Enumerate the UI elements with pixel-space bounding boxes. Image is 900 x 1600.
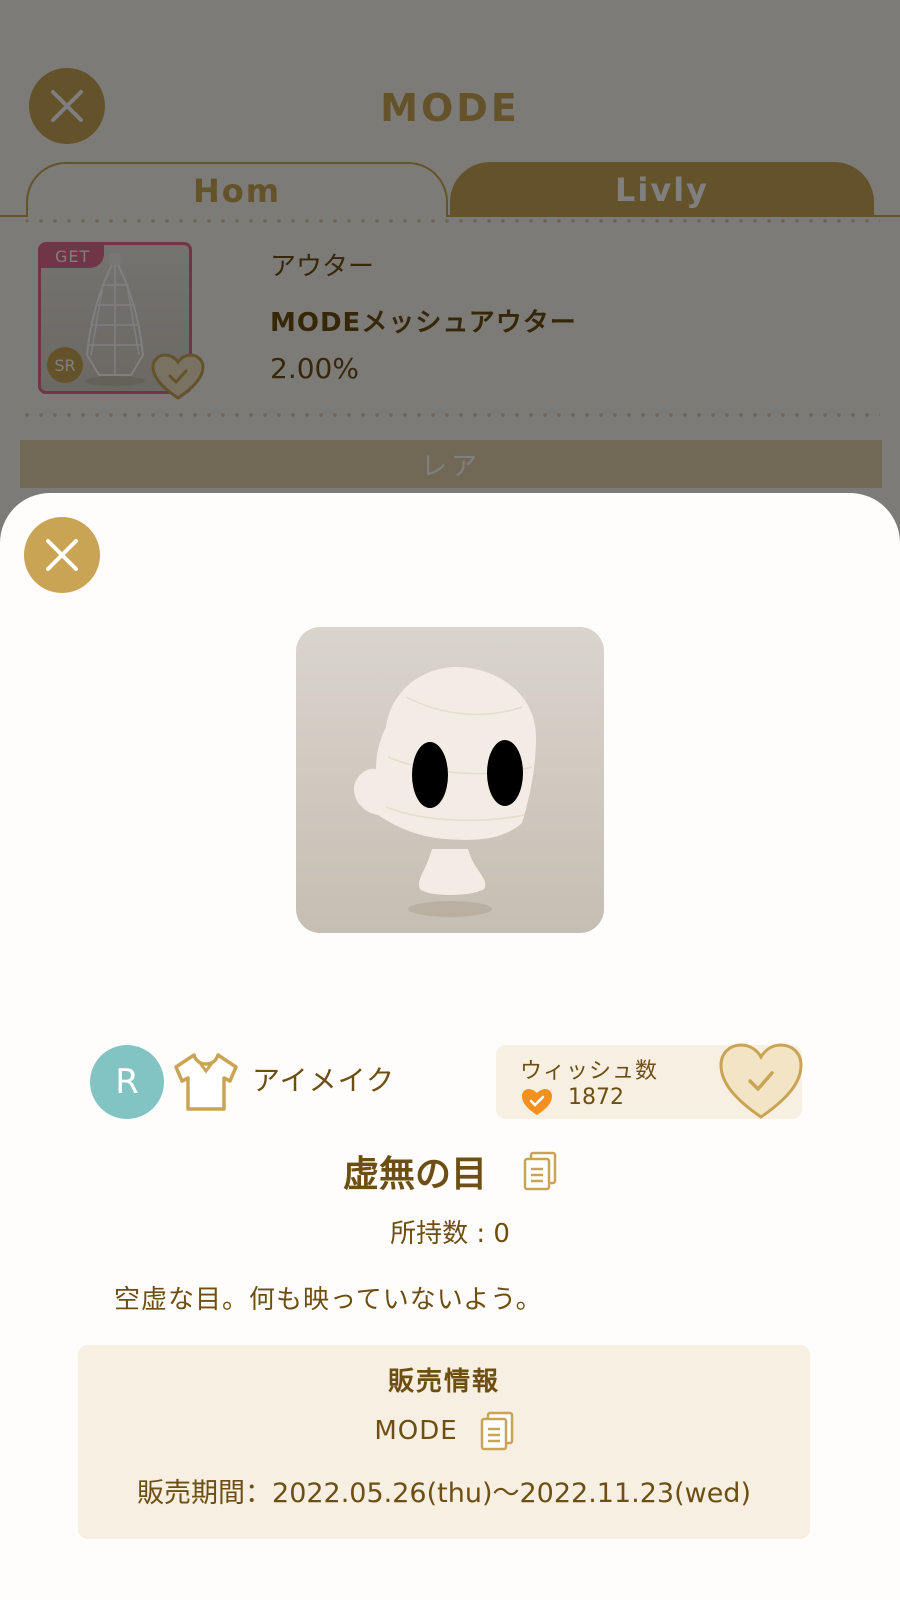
close-button[interactable] bbox=[24, 517, 100, 593]
document-icon[interactable] bbox=[523, 1151, 557, 1191]
rarity-badge: R bbox=[90, 1045, 164, 1119]
owned-count: 所持数 : 0 bbox=[390, 1219, 510, 1249]
item-title-row: 虚無の目 bbox=[0, 1145, 900, 1197]
item-detail-sheet: R アイメイク ウィッシュ数 1872 虚無の目 所持数 : 0 空虚な目。何も… bbox=[0, 493, 900, 1600]
item-title: 虚無の目 bbox=[342, 1154, 487, 1195]
item-description: 空虚な目。何も映っていないよう。 bbox=[114, 1285, 543, 1315]
eye-item-image bbox=[354, 667, 536, 917]
sales-shop-row: MODE bbox=[78, 1411, 810, 1451]
heart-filled-icon bbox=[522, 1089, 552, 1115]
wish-count-panel: ウィッシュ数 1872 bbox=[496, 1043, 803, 1119]
shirt-icon bbox=[174, 1053, 238, 1111]
sales-shop-name: MODE bbox=[374, 1416, 458, 1446]
document-icon[interactable] bbox=[480, 1411, 514, 1451]
sales-info-header: 販売情報 bbox=[387, 1367, 500, 1397]
wish-label: ウィッシュ数 bbox=[520, 1059, 659, 1084]
item-preview bbox=[296, 627, 604, 933]
category-label: アイメイク bbox=[252, 1064, 396, 1097]
wish-count: 1872 bbox=[568, 1085, 624, 1110]
close-icon bbox=[46, 539, 78, 571]
sales-info-panel: 販売情報 MODE 販売期間：2022.05.26(thu)～2022.11.2… bbox=[78, 1345, 810, 1539]
wish-heart-button[interactable] bbox=[718, 1041, 804, 1121]
sales-period: 販売期間：2022.05.26(thu)～2022.11.23(wed) bbox=[137, 1478, 751, 1509]
